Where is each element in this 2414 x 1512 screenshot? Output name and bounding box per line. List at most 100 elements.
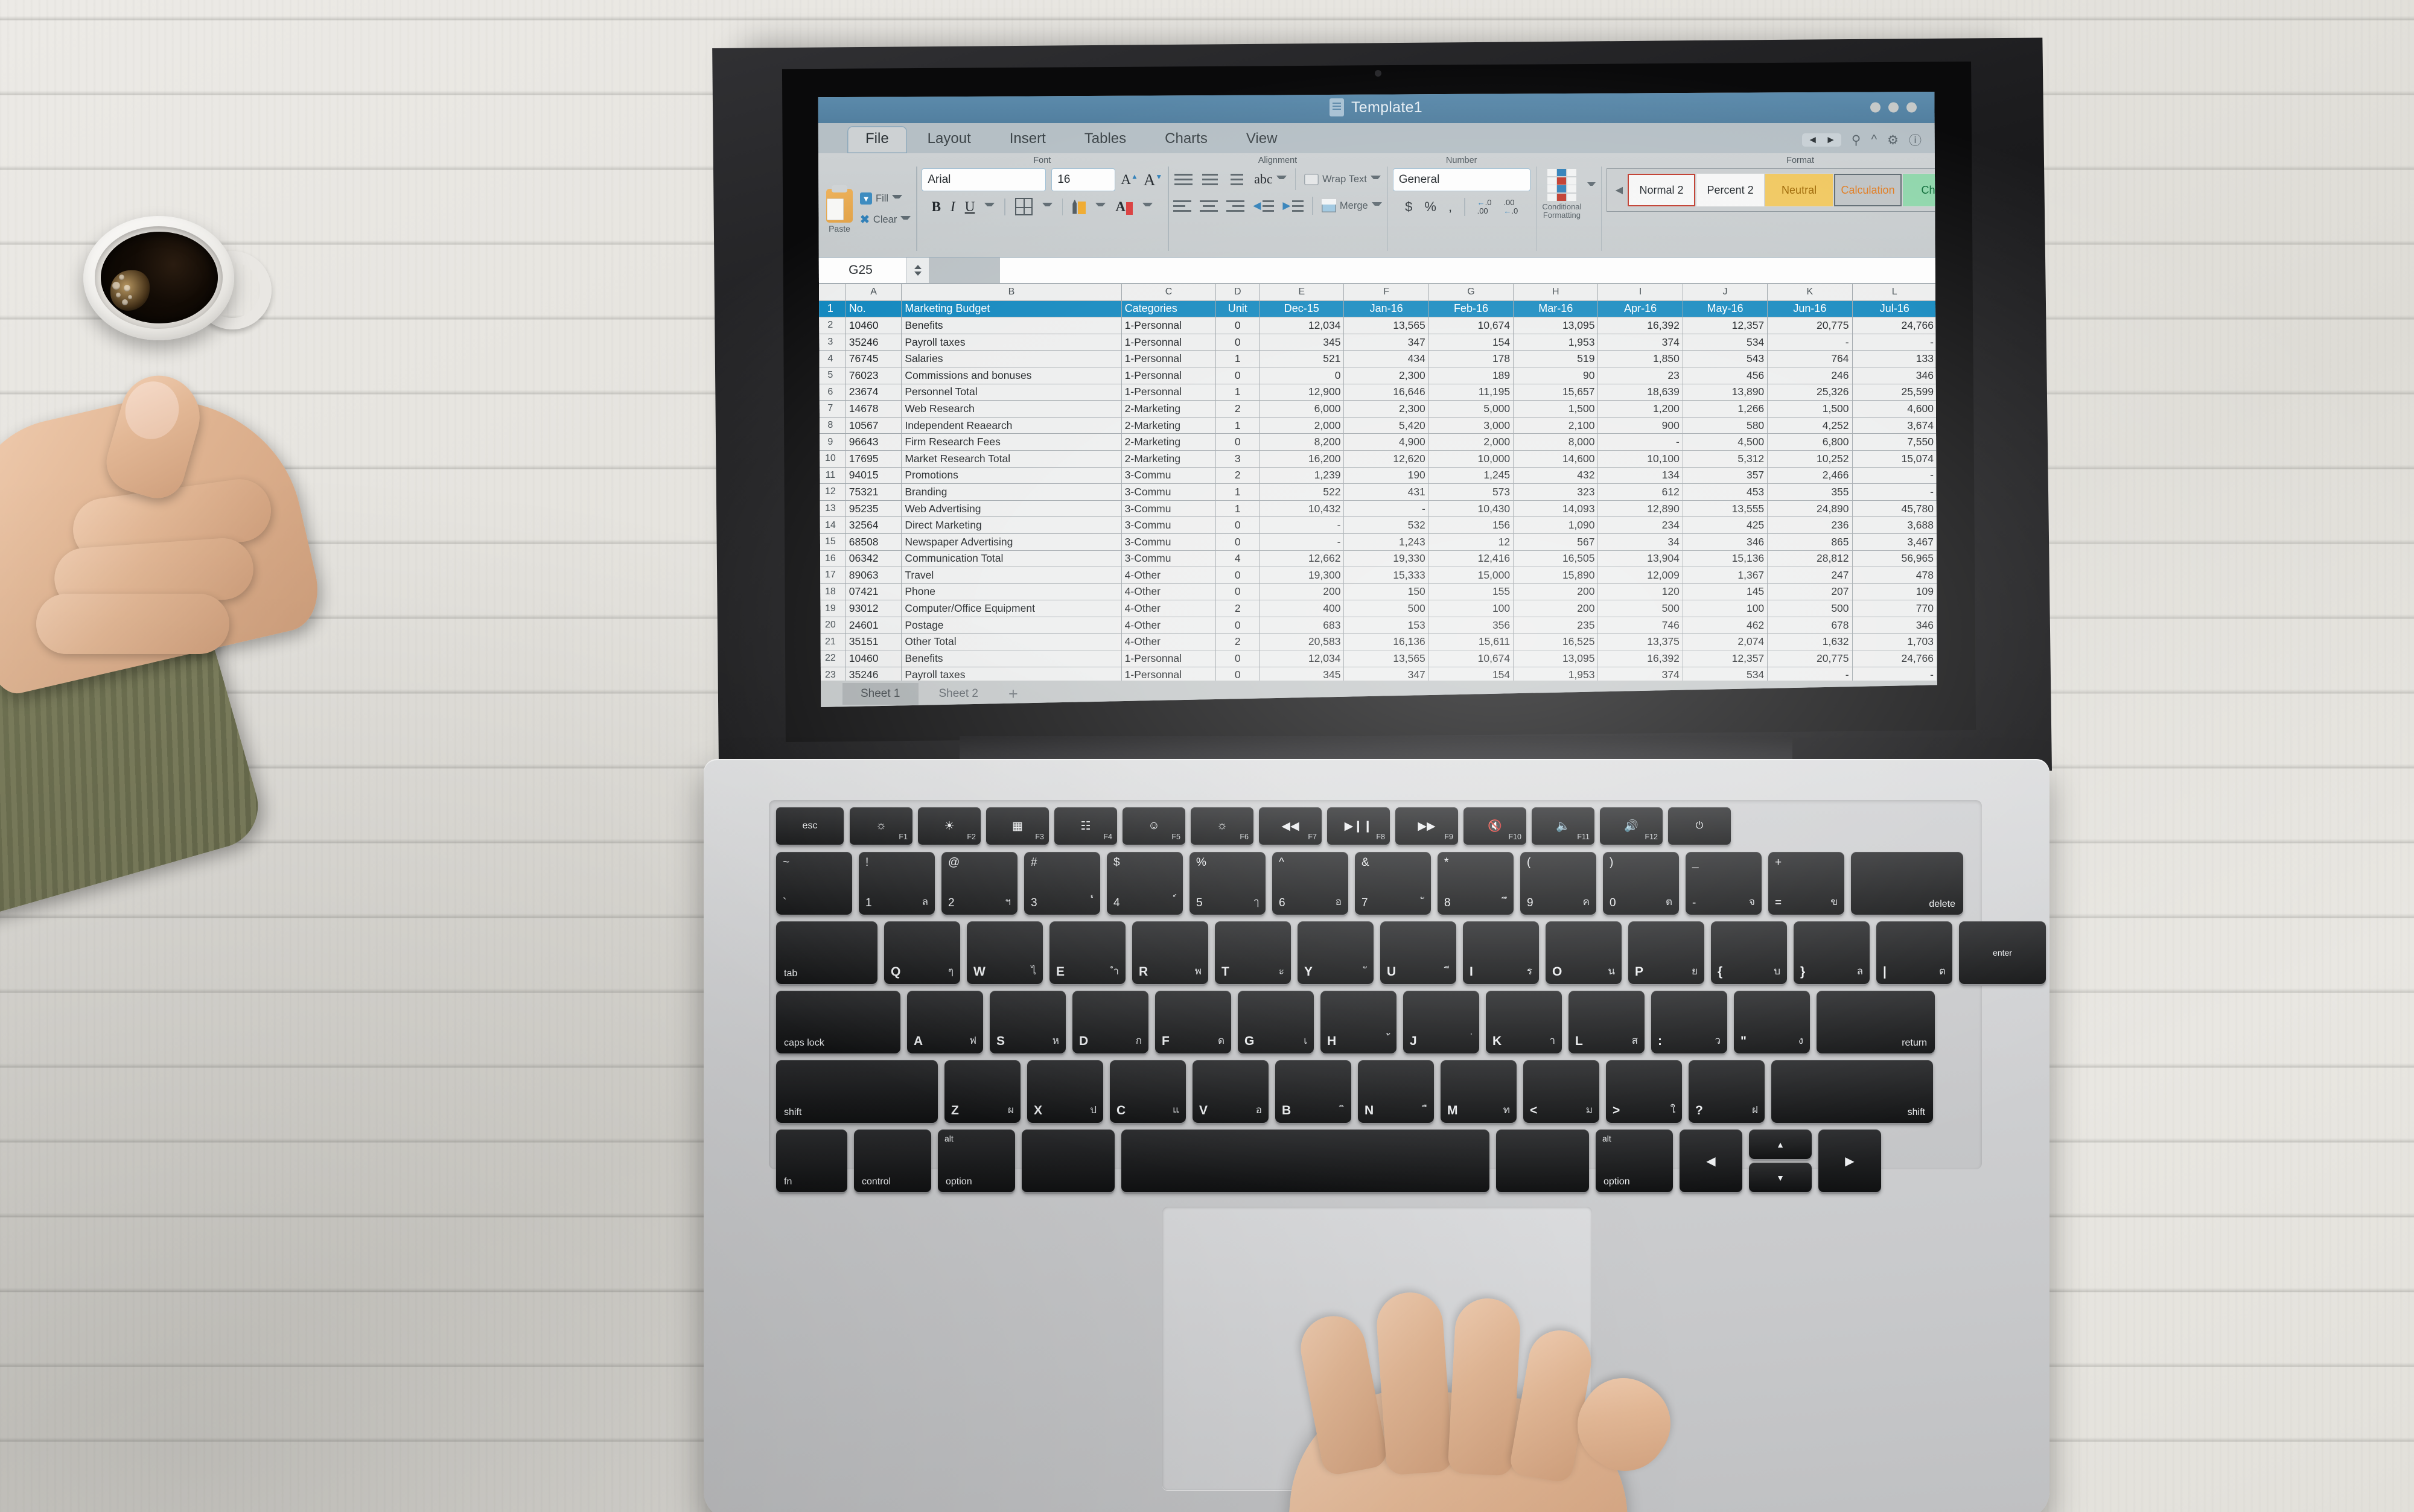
table-cell[interactable]: 246 [1767, 366, 1853, 384]
table-cell[interactable]: 2,300 [1343, 366, 1429, 384]
table-cell[interactable]: 13,904 [1597, 550, 1683, 568]
table-cell[interactable]: 24601 [845, 616, 902, 634]
prev-icon[interactable]: ◄ [1807, 134, 1818, 146]
key-caps-lock[interactable]: caps lock [776, 991, 900, 1053]
key-x[interactable]: Xป [1027, 1060, 1103, 1123]
table-cell[interactable]: Benefits [901, 650, 1122, 667]
key-d[interactable]: Dก [1072, 991, 1148, 1053]
window-controls[interactable] [1870, 102, 1917, 113]
table-cell[interactable]: 0 [1215, 533, 1260, 551]
borders-button[interactable] [1014, 198, 1033, 215]
table-cell[interactable]: Personnel Total [901, 383, 1122, 401]
table-cell[interactable]: 24,766 [1852, 317, 1937, 334]
key-power[interactable]: ⏻ [1668, 807, 1731, 845]
table-cell[interactable]: 13,555 [1682, 500, 1768, 518]
spreadsheet-grid[interactable]: A B C D E F G H I J K L 1 No. Marketing … [818, 284, 1937, 681]
key-e[interactable]: Eำ [1049, 921, 1126, 984]
decrease-indent-icon[interactable]: ◀ [1253, 200, 1275, 212]
table-cell[interactable]: 07421 [845, 583, 902, 601]
table-cell[interactable]: Newspaper Advertising [901, 533, 1122, 551]
help-icon[interactable]: ⓘ [1909, 131, 1922, 149]
key-delete[interactable]: delete [1851, 852, 1963, 915]
table-cell[interactable]: 16,525 [1513, 633, 1599, 651]
table-cell[interactable]: 200 [1259, 583, 1345, 601]
key-g[interactable]: Gเ [1238, 991, 1314, 1053]
table-cell[interactable]: 13,565 [1343, 317, 1429, 334]
table-cell[interactable]: 573 [1428, 483, 1514, 501]
table-cell[interactable]: 1,245 [1428, 466, 1514, 484]
table-cell[interactable]: 76023 [845, 366, 902, 384]
sheet-tab-1[interactable]: Sheet 1 [842, 683, 919, 705]
table-cell[interactable]: 1-Personnal [1121, 650, 1217, 667]
table-cell[interactable]: 13,890 [1682, 383, 1768, 401]
key-command-right[interactable] [1496, 1129, 1589, 1192]
col-header-h[interactable]: H [1513, 284, 1599, 301]
table-cell[interactable]: 12 [1428, 533, 1514, 551]
column-title-cell[interactable]: Mar-16 [1513, 300, 1599, 318]
table-cell[interactable]: 76745 [845, 350, 902, 367]
key-arrow-down[interactable]: ▼ [1749, 1163, 1812, 1192]
table-cell[interactable]: 519 [1513, 350, 1599, 367]
table-cell[interactable]: 5,420 [1343, 416, 1429, 434]
table-cell[interactable]: 155 [1428, 583, 1514, 601]
table-cell[interactable]: 456 [1682, 366, 1768, 384]
table-cell[interactable]: 4,252 [1767, 416, 1853, 434]
table-cell[interactable]: Web Advertising [901, 500, 1122, 518]
key-command-left[interactable] [1022, 1129, 1115, 1192]
table-cell[interactable]: 0 [1215, 366, 1260, 384]
table-cell[interactable]: 4,600 [1852, 400, 1937, 418]
increase-font-size-button[interactable]: A▲ [1121, 172, 1138, 188]
table-cell[interactable]: Branding [901, 483, 1122, 501]
table-cell[interactable]: Other Total [901, 633, 1122, 651]
table-cell[interactable]: 14,093 [1513, 500, 1599, 518]
key-f11[interactable]: 🔈 F11 [1532, 807, 1594, 845]
table-cell[interactable]: 12,357 [1682, 650, 1768, 667]
table-cell[interactable]: 10,674 [1428, 650, 1514, 667]
italic-button[interactable]: I [951, 199, 955, 215]
table-cell[interactable]: 355 [1767, 483, 1853, 501]
key-arrow-left[interactable]: ◀ [1680, 1129, 1742, 1192]
ribbon-nav[interactable]: ◄ ► [1802, 133, 1841, 147]
orientation-button[interactable]: abc [1254, 171, 1287, 187]
table-cell[interactable]: 93012 [845, 600, 902, 617]
key-2[interactable]: @2 ฯ [941, 852, 1018, 915]
key-option-left[interactable]: alt option [938, 1129, 1015, 1192]
key-u[interactable]: Uี [1380, 921, 1456, 984]
table-cell[interactable]: 24,890 [1767, 500, 1853, 518]
table-cell[interactable]: 346 [1682, 533, 1768, 551]
table-cell[interactable]: 235 [1513, 616, 1599, 634]
table-cell[interactable]: 1,632 [1767, 633, 1853, 651]
table-cell[interactable]: 189 [1428, 366, 1514, 384]
table-cell[interactable]: 8,200 [1259, 433, 1345, 451]
table-cell[interactable]: 1-Personnal [1121, 666, 1217, 681]
table-cell[interactable]: Direct Marketing [901, 516, 1122, 534]
table-cell[interactable]: 347 [1343, 333, 1429, 351]
table-cell[interactable]: 8,000 [1513, 433, 1599, 451]
table-cell[interactable]: 374 [1597, 666, 1683, 681]
select-all-corner[interactable] [818, 284, 846, 301]
font-color-chevron-icon[interactable] [1142, 203, 1153, 211]
style-normal-2[interactable]: Normal 2 [1627, 173, 1696, 207]
clear-button[interactable]: ✖ Clear [860, 213, 911, 227]
fill-color-button[interactable] [1072, 199, 1086, 214]
table-cell[interactable]: 23 [1597, 366, 1683, 384]
table-cell[interactable]: 3,674 [1852, 416, 1937, 434]
table-cell[interactable]: 2 [1215, 466, 1260, 484]
table-cell[interactable]: Payroll taxes [901, 333, 1122, 351]
table-cell[interactable]: Phone [901, 583, 1122, 601]
table-cell[interactable]: 347 [1343, 666, 1429, 681]
table-cell[interactable]: - [1852, 666, 1937, 681]
col-header-k[interactable]: K [1767, 284, 1853, 301]
align-top-icon[interactable] [1174, 173, 1193, 185]
table-cell[interactable]: 2-Marketing [1121, 416, 1217, 434]
table-cell[interactable]: - [1852, 466, 1937, 484]
formula-fx-button[interactable] [929, 258, 1000, 283]
table-cell[interactable]: 543 [1682, 350, 1768, 367]
table-cell[interactable]: - [1767, 666, 1853, 681]
paste-button[interactable]: Paste [826, 185, 853, 233]
table-cell[interactable]: 15,890 [1513, 567, 1599, 584]
table-cell[interactable]: 612 [1597, 483, 1683, 501]
number-format-select[interactable]: General [1392, 168, 1530, 191]
table-cell[interactable]: 0 [1215, 650, 1260, 667]
key-tab[interactable]: tab [776, 921, 877, 984]
